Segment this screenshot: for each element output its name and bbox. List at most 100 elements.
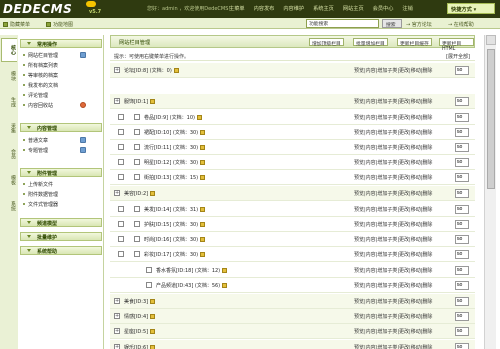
channel-name[interactable]: 护肤[ID:15] (文档：30): [144, 221, 206, 228]
edit-icon[interactable]: [150, 314, 156, 319]
channel-row[interactable]: 街拍[ID:13] (文档：15) 预览|内容|增加子类|更改|移动|删除: [110, 170, 475, 185]
edit-icon[interactable]: [200, 145, 206, 150]
menu-item-all-docs[interactable]: 所有档案列表: [22, 62, 58, 69]
sort-order-input[interactable]: [455, 281, 469, 290]
tab-system[interactable]: 系统: [1, 194, 17, 218]
edit-icon[interactable]: [200, 222, 206, 227]
row-checkbox[interactable]: [118, 174, 124, 180]
edit-icon[interactable]: [196, 115, 202, 120]
expand-all-link[interactable]: [展开全部]: [446, 53, 470, 60]
edit-icon[interactable]: [173, 68, 179, 73]
expand-toggle-icon[interactable]: +: [114, 98, 120, 104]
plus-icon[interactable]: [80, 52, 86, 58]
menu-item-topics[interactable]: 专题管理: [22, 147, 48, 154]
sort-order-input[interactable]: [455, 266, 469, 275]
expand-toggle-icon[interactable]: +: [114, 298, 120, 304]
channel-row[interactable]: 产品频道[ID:43] (文档：56) 预览|内容|增加子类|更改|移动|删除: [110, 278, 475, 293]
channel-row[interactable]: 裙配[ID:10] (文档：30) 预览|内容|增加子类|更改|移动|删除: [110, 125, 475, 140]
channel-row[interactable]: + 论坛[ID:8] (文档：0) 预览|内容|增加子类|更改|移动|删除: [110, 63, 475, 78]
edit-icon[interactable]: [150, 299, 156, 304]
row-checkbox[interactable]: [134, 129, 140, 135]
channel-row[interactable]: + 美食[ID:3] 预览|内容|增加子类|更改|移动|删除: [110, 294, 475, 309]
sort-order-input[interactable]: [455, 143, 469, 152]
nav-member-center[interactable]: 会员中心: [373, 5, 394, 12]
row-actions[interactable]: 预览|内容|增加子类|更改|移动|删除: [354, 190, 432, 197]
row-checkbox[interactable]: [146, 282, 152, 288]
menu-item-recycle[interactable]: 内容回收站: [22, 102, 53, 109]
menu-item-pending-docs[interactable]: 等审核的档案: [22, 72, 58, 79]
menu-section-help[interactable]: 系统帮助: [20, 246, 102, 255]
expand-toggle-icon[interactable]: +: [114, 313, 120, 319]
menu-section-attachments[interactable]: 附件管理: [20, 168, 102, 177]
channel-row[interactable]: + 情感[ID:4] 预览|内容|增加子类|更改|移动|删除: [110, 309, 475, 324]
add-top-channel-button[interactable]: 增加顶级栏目: [309, 38, 344, 47]
edit-icon[interactable]: [150, 345, 156, 349]
menu-item-comments[interactable]: 评论管理: [22, 92, 48, 99]
channel-name[interactable]: 情感[ID:4]: [124, 313, 156, 320]
row-actions[interactable]: 预览|内容|增加子类|更改|移动|删除: [354, 236, 432, 243]
edit-icon[interactable]: [200, 160, 206, 165]
channel-row[interactable]: 流行[ID:11] (文档：30) 预览|内容|增加子类|更改|移动|删除: [110, 140, 475, 155]
menu-item-file-manager[interactable]: 文件式管理器: [22, 201, 58, 208]
row-actions[interactable]: 预览|内容|增加子类|更改|移动|删除: [354, 114, 432, 121]
menu-section-content[interactable]: 内容管理: [20, 123, 102, 132]
sort-order-input[interactable]: [455, 113, 469, 122]
sort-order-input[interactable]: [455, 250, 469, 259]
update-cache-button[interactable]: 更新栏目缓存: [397, 38, 432, 47]
nav-logout[interactable]: 注销: [402, 5, 412, 12]
row-checkbox[interactable]: [134, 251, 140, 257]
search-button[interactable]: 搜索: [382, 19, 402, 28]
edit-icon[interactable]: [150, 329, 156, 334]
expand-toggle-icon[interactable]: +: [114, 67, 120, 73]
expand-toggle-icon[interactable]: +: [114, 190, 120, 196]
channel-row[interactable]: + 星座[ID:5] 预览|内容|增加子类|更改|移动|删除: [110, 324, 475, 339]
row-checkbox[interactable]: [146, 267, 152, 273]
row-checkbox[interactable]: [134, 206, 140, 212]
tab-module[interactable]: 模块: [1, 64, 17, 88]
tab-member[interactable]: 会员: [1, 142, 17, 166]
edit-icon[interactable]: [150, 99, 156, 104]
logo[interactable]: DEDECMS: [3, 2, 72, 17]
sort-order-input[interactable]: [455, 128, 469, 137]
sort-order-input[interactable]: [455, 66, 469, 75]
row-actions[interactable]: 预览|内容|增加子类|更改|移动|删除: [354, 98, 432, 105]
channel-row[interactable]: + 服饰[ID:1] 预览|内容|增加子类|更改|移动|删除: [110, 94, 475, 109]
sort-order-input[interactable]: [455, 235, 469, 244]
row-actions[interactable]: 预览|内容|增加子类|更改|移动|删除: [354, 267, 432, 274]
row-actions[interactable]: 预览|内容|增加子类|更改|移动|删除: [354, 328, 432, 335]
row-actions[interactable]: 预览|内容|增加子类|更改|移动|删除: [354, 282, 432, 289]
menu-item-my-docs[interactable]: 我发布的文档: [22, 82, 58, 89]
menu-item-upload[interactable]: 上传新文件: [22, 181, 53, 188]
menu-section-common[interactable]: 常用操作: [20, 39, 102, 48]
channel-name[interactable]: 星座[ID:5]: [124, 328, 156, 335]
channel-row[interactable]: 彩妆[ID:17] (文档：30) 预览|内容|增加子类|更改|移动|删除: [110, 247, 475, 262]
sort-order-input[interactable]: [455, 220, 469, 229]
row-actions[interactable]: 预览|内容|增加子类|更改|移动|删除: [354, 251, 432, 258]
channel-name[interactable]: 香水香氛[ID:18] (文档：12): [156, 267, 228, 274]
channel-name[interactable]: 彩妆[ID:17] (文档：30): [144, 251, 206, 258]
channel-name[interactable]: 流行[ID:11] (文档：30): [144, 144, 206, 151]
sort-order-input[interactable]: [455, 312, 469, 321]
row-checkbox[interactable]: [134, 236, 140, 242]
row-checkbox[interactable]: [134, 144, 140, 150]
channel-name[interactable]: 明星[ID:12] (文档：30): [144, 159, 206, 166]
batch-add-channel-button[interactable]: 批量增加栏目: [353, 38, 388, 47]
channel-name[interactable]: 街拍[ID:13] (文档：15): [144, 174, 206, 181]
channel-row[interactable]: 香水香氛[ID:18] (文档：12) 预览|内容|增加子类|更改|移动|删除: [110, 263, 475, 278]
nav-site-home[interactable]: 网站主页: [343, 5, 364, 12]
edit-icon[interactable]: [200, 237, 206, 242]
tab-collect[interactable]: 采集: [1, 116, 17, 140]
sort-order-input[interactable]: [455, 173, 469, 182]
channel-row[interactable]: 卷品[ID:9] (文档：10) 预览|内容|增加子类|更改|移动|删除: [110, 110, 475, 125]
row-actions[interactable]: 预览|内容|增加子类|更改|移动|删除: [354, 129, 432, 136]
channel-row[interactable]: 护肤[ID:15] (文档：30) 预览|内容|增加子类|更改|移动|删除: [110, 217, 475, 232]
expand-toggle-icon[interactable]: +: [114, 344, 120, 349]
channel-row[interactable]: 明星[ID:12] (文档：30) 预览|内容|增加子类|更改|移动|删除: [110, 155, 475, 170]
row-actions[interactable]: 预览|内容|增加子类|更改|移动|删除: [354, 313, 432, 320]
row-checkbox[interactable]: [118, 144, 124, 150]
list-icon[interactable]: [80, 147, 86, 153]
row-actions[interactable]: 预览|内容|增加子类|更改|移动|删除: [354, 174, 432, 181]
row-checkbox[interactable]: [118, 206, 124, 212]
row-checkbox[interactable]: [118, 221, 124, 227]
row-checkbox[interactable]: [118, 236, 124, 242]
